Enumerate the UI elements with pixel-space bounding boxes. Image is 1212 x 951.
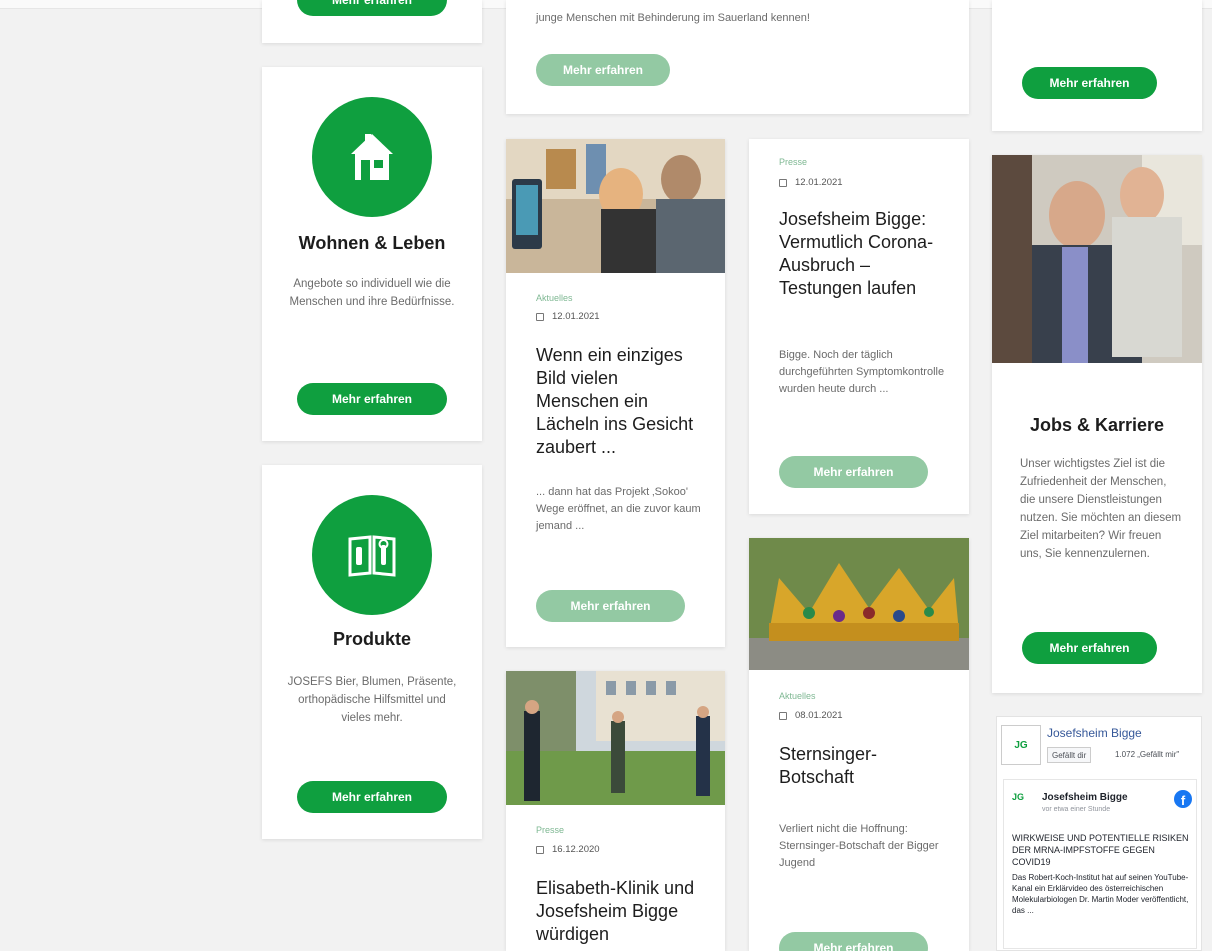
post-excerpt: Bigge. Noch der täglich durchgeführten S… bbox=[779, 349, 945, 395]
post-card-corona[interactable]: Presse 12.01.2021 Josefsheim Bigge: Verm… bbox=[749, 139, 969, 514]
post-card-laecheln[interactable]: Aktuelles 12.01.2021 Wenn ein einziges B… bbox=[506, 139, 725, 647]
facebook-post-author[interactable]: Josefsheim Bigge bbox=[1042, 792, 1128, 803]
post-date: 08.01.2021 bbox=[779, 710, 843, 721]
intro-text: junge Menschen mit Behinderung im Sauerl… bbox=[536, 12, 810, 24]
calendar-icon bbox=[779, 178, 787, 187]
jobs-image bbox=[992, 155, 1202, 363]
mehr-erfahren-button[interactable]: Mehr erfahren bbox=[779, 456, 928, 488]
feature-description: Unser wichtigstes Ziel ist die Zufrieden… bbox=[1020, 458, 1182, 560]
post-excerpt: Verliert nicht die Hoffnung: Sternsinger… bbox=[779, 823, 939, 869]
mehr-erfahren-button[interactable]: Mehr erfahren bbox=[297, 781, 447, 813]
facebook-post-headline: WIRKWEISE UND POTENTIELLE RISIKEN DER MR… bbox=[1012, 833, 1189, 867]
post-date: 12.01.2021 bbox=[779, 177, 843, 188]
josefsheim-logo: JG bbox=[1001, 725, 1041, 765]
post-card-elisabeth[interactable]: Presse 16.12.2020 Elisabeth-Klinik und J… bbox=[506, 671, 725, 951]
mehr-erfahren-button[interactable]: Mehr erfahren bbox=[536, 590, 685, 622]
mehr-erfahren-button[interactable]: Mehr erfahren bbox=[779, 932, 928, 951]
post-date: 16.12.2020 bbox=[536, 844, 600, 855]
calendar-icon bbox=[779, 711, 787, 720]
post-excerpt: ... dann hat das Projekt ‚Sokoo' Wege er… bbox=[536, 486, 701, 532]
mehr-erfahren-button[interactable]: Mehr erfahren bbox=[536, 54, 670, 86]
like-button[interactable]: Gefällt dir bbox=[1047, 747, 1092, 763]
post-title[interactable]: Wenn ein einziges Bild vielen Menschen e… bbox=[536, 344, 705, 459]
feature-card-produkte: Produkte JOSEFS Bier, Blumen, Präsente, … bbox=[262, 465, 482, 839]
intro-card: junge Menschen mit Behinderung im Sauerl… bbox=[506, 0, 969, 114]
mehr-erfahren-button[interactable]: Mehr erfahren bbox=[297, 0, 447, 16]
facebook-post[interactable]: JG Josefsheim Bigge vor etwa einer Stund… bbox=[1003, 779, 1197, 949]
post-card-sternsinger[interactable]: Aktuelles 08.01.2021 Sternsinger-Botscha… bbox=[749, 538, 969, 951]
feature-card-top-left: Mehr erfahren bbox=[262, 0, 482, 43]
post-date-text: 12.01.2021 bbox=[795, 177, 843, 188]
feature-title: Wohnen & Leben bbox=[298, 233, 446, 253]
facebook-page-name[interactable]: Josefsheim Bigge bbox=[1047, 726, 1142, 740]
post-title[interactable]: Elisabeth-Klinik und Josefsheim Bigge wü… bbox=[536, 877, 705, 946]
post-image bbox=[506, 671, 725, 805]
post-category: Presse bbox=[779, 157, 808, 167]
feature-card-top-right: Mehr erfahren bbox=[992, 0, 1202, 131]
house-icon bbox=[312, 97, 432, 217]
facebook-widget: JG Josefsheim Bigge Gefällt dir 1.072 „G… bbox=[996, 716, 1202, 951]
feature-card-jobs: Jobs & Karriere Unser wichtigstes Ziel i… bbox=[992, 155, 1202, 693]
post-date-text: 16.12.2020 bbox=[552, 844, 600, 855]
facebook-post-time: vor etwa einer Stunde bbox=[1042, 806, 1111, 813]
feature-title: Produkte bbox=[332, 629, 411, 649]
post-image bbox=[749, 538, 969, 670]
post-title[interactable]: Josefsheim Bigge: Vermutlich Corona-Ausb… bbox=[779, 208, 949, 300]
post-category: Aktuelles bbox=[779, 691, 816, 701]
like-count: 1.072 „Gefällt mir" bbox=[1115, 750, 1180, 759]
feature-description: JOSEFS Bier, Blumen, Präsente, orthopädi… bbox=[287, 676, 457, 724]
post-title[interactable]: Sternsinger-Botschaft bbox=[779, 743, 949, 789]
post-category: Aktuelles bbox=[536, 293, 573, 303]
mehr-erfahren-button[interactable]: Mehr erfahren bbox=[297, 383, 447, 415]
post-category: Presse bbox=[536, 825, 565, 835]
feature-description: Angebote so individuell wie die Menschen… bbox=[289, 278, 455, 308]
mehr-erfahren-button[interactable]: Mehr erfahren bbox=[1022, 632, 1157, 664]
post-date-text: 12.01.2021 bbox=[552, 311, 600, 322]
post-author-avatar: JG bbox=[1012, 792, 1025, 802]
feature-card-wohnen: Wohnen & Leben Angebote so individuell w… bbox=[262, 67, 482, 441]
mehr-erfahren-button[interactable]: Mehr erfahren bbox=[1022, 67, 1157, 99]
book-icon bbox=[312, 495, 432, 615]
feature-title: Jobs & Karriere bbox=[1029, 415, 1165, 435]
calendar-icon bbox=[536, 312, 544, 321]
facebook-post-body: Das Robert-Koch-Institut hat auf seinen … bbox=[1012, 873, 1189, 915]
post-date-text: 08.01.2021 bbox=[795, 710, 843, 721]
calendar-icon bbox=[536, 845, 544, 854]
facebook-icon[interactable]: f bbox=[1174, 790, 1192, 808]
post-image bbox=[506, 139, 725, 273]
post-date: 12.01.2021 bbox=[536, 311, 600, 322]
